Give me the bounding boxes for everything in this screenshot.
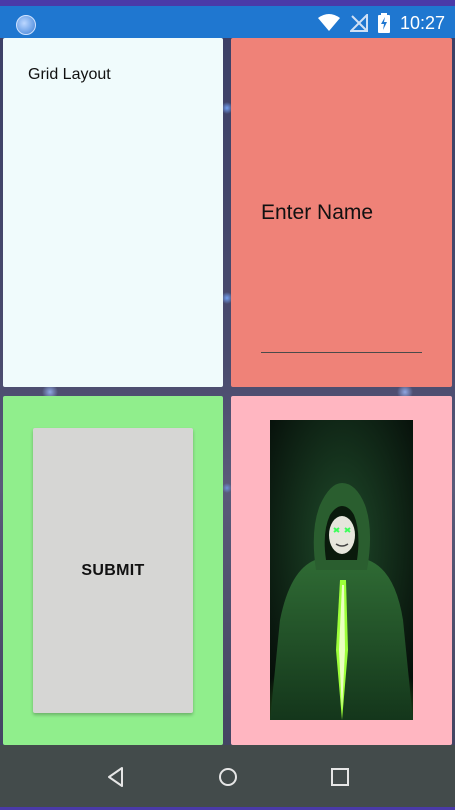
wifi-icon — [317, 14, 340, 31]
status-bar: 10:27 — [0, 0, 455, 38]
grid-cell-name: Enter Name — [231, 38, 452, 387]
clock-time: 10:27 — [399, 12, 445, 33]
app-notification-icon — [16, 15, 36, 35]
name-label: Enter Name — [261, 201, 374, 224]
recents-icon[interactable] — [328, 765, 352, 789]
hooded-figure-illustration — [270, 420, 413, 720]
grid-cell-submit: SUBMIT — [3, 396, 223, 745]
page-title: Grid Layout — [28, 66, 111, 83]
grid-cell-image — [231, 396, 452, 745]
back-icon[interactable] — [104, 765, 128, 789]
grid-cell-title: Grid Layout — [3, 38, 223, 387]
no-signal-icon — [349, 14, 368, 32]
home-icon[interactable] — [216, 765, 240, 789]
battery-charging-icon — [377, 13, 390, 33]
submit-button[interactable]: SUBMIT — [33, 428, 193, 713]
name-input[interactable] — [261, 312, 422, 353]
status-icons: 10:27 — [317, 12, 445, 34]
navigation-bar — [0, 745, 455, 810]
hooded-masked-figure-image — [270, 420, 413, 720]
